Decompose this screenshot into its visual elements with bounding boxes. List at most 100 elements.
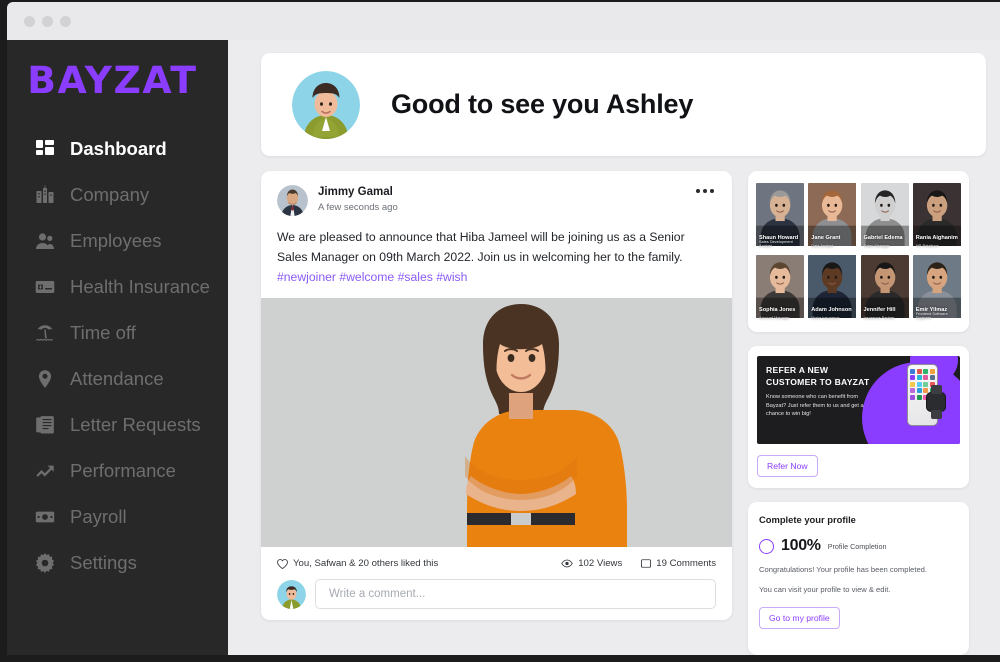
post-stats: You, Safwan & 20 others liked this 102 V… — [261, 547, 732, 569]
employee-name: Rania Aighanim — [915, 235, 958, 242]
location-pin-icon — [34, 368, 56, 390]
likes-stat[interactable]: You, Safwan & 20 others liked this — [277, 558, 438, 569]
employee-role: Insurance Partner — [863, 315, 895, 321]
refer-card: REFER A NEW CUSTOMER TO BAYZAT Know some… — [748, 346, 969, 488]
people-grid-item[interactable]: Adam Johnson Motor Insurance — [808, 255, 857, 323]
eye-icon — [561, 559, 573, 568]
window-titlebar — [7, 2, 1000, 40]
people-grid-item[interactable]: Jane Grant Data Analyst — [808, 183, 857, 251]
cash-icon — [34, 506, 56, 528]
employee-name: Jennifer Hill — [863, 307, 896, 314]
app-body: BAYZAT Dashboard Company Employees Healt… — [7, 40, 1000, 655]
avatar[interactable] — [277, 579, 306, 609]
post-author[interactable]: Jimmy Gamal — [318, 185, 398, 201]
minimize-dot[interactable] — [42, 15, 53, 27]
comments-text: 19 Comments — [656, 558, 716, 570]
go-to-my-profile-button[interactable]: Go to my profile — [759, 606, 840, 629]
sidebar-item-employees[interactable]: Employees — [7, 218, 228, 264]
post-body: We are pleased to announce that Hiba Jam… — [261, 216, 732, 298]
right-sidebar: Shaun Howard Sales Development Analyst Jan… — [748, 171, 969, 655]
employee-name: Sophia Jones — [759, 307, 796, 314]
feed-column: Jimmy Gamal A few seconds ago We are ple… — [261, 171, 732, 655]
people-grid-item[interactable]: Shaun Howard Sales Development Analyst — [756, 183, 805, 251]
main-content: Good to see you Ashley Jimmy Gamal A few… — [228, 40, 1000, 655]
bayzat-logo[interactable]: BAYZAT — [5, 62, 230, 99]
close-dot[interactable] — [24, 15, 35, 27]
post-timestamp: A few seconds ago — [318, 201, 398, 213]
sidebar-item-performance[interactable]: Performance — [7, 448, 228, 494]
employee-name: Jane Grant — [811, 235, 841, 242]
employee-role: Frontend Software Engineer — [915, 310, 948, 321]
sidebar-item-label: Time off — [70, 322, 136, 343]
sidebar-item-payroll[interactable]: Payroll — [7, 494, 228, 540]
sidebar-item-attendance[interactable]: Attendance — [7, 356, 228, 402]
refer-now-button[interactable]: Refer Now — [757, 455, 818, 477]
profile-progress-row: 100% Profile Completion — [759, 537, 958, 555]
people-grid-item[interactable]: Gabriel Edema Sales Manager — [860, 183, 909, 251]
people-grid-item[interactable]: Emir Yilmaz Frontend Software Engineer — [912, 255, 961, 323]
profile-percent-label: Profile Completion — [827, 541, 887, 551]
documents-icon — [34, 414, 56, 436]
greeting-card: Good to see you Ashley — [261, 53, 986, 156]
employee-role: HR Relations — [915, 243, 939, 249]
employee-role: Motor Insurance — [811, 315, 840, 321]
sidebar-item-dashboard[interactable]: Dashboard — [7, 126, 228, 172]
employee-role: Sales Development Analyst — [759, 238, 793, 249]
insurance-card-icon — [34, 276, 56, 298]
employee-name: Adam Johnson — [811, 307, 852, 314]
profile-percent: 100% — [781, 537, 821, 554]
hashtag[interactable]: #sales — [398, 270, 433, 284]
sidebar-item-settings[interactable]: Settings — [7, 540, 228, 586]
sidebar-item-label: Performance — [70, 460, 176, 481]
hashtag[interactable]: #newjoiner — [277, 270, 336, 284]
post-image[interactable] — [261, 298, 732, 548]
hashtag[interactable]: #welcome — [339, 270, 394, 284]
people-grid-item[interactable]: Sophia Jones Account Manager — [756, 255, 805, 323]
watch-illustration — [926, 385, 946, 419]
profile-card-heading: Complete your profile — [759, 514, 856, 525]
profile-message-line-2: You can visit your profile to view & edi… — [759, 585, 891, 595]
sidebar-item-health-insurance[interactable]: Health Insurance — [7, 264, 228, 310]
comment-row — [261, 569, 732, 610]
sidebar-item-label: Payroll — [70, 506, 127, 527]
likes-text: You, Safwan & 20 others liked this — [293, 558, 439, 570]
gear-icon — [34, 552, 56, 574]
comment-icon — [641, 559, 652, 569]
sidebar-item-letter-requests[interactable]: Letter Requests — [7, 402, 228, 448]
employee-role: Sales Manager — [863, 243, 890, 249]
employee-role: Account Manager — [759, 315, 790, 321]
post-header: Jimmy Gamal A few seconds ago — [261, 171, 732, 216]
sidebar-item-time-off[interactable]: Time off — [7, 310, 228, 356]
avatar[interactable] — [292, 70, 360, 139]
views-stat[interactable]: 102 Views — [561, 558, 622, 569]
comment-input[interactable] — [315, 579, 716, 610]
comments-stat[interactable]: 19 Comments — [641, 558, 716, 569]
page-title: Good to see you Ashley — [391, 89, 694, 119]
people-grid-item[interactable]: Rania Aighanim HR Relations — [912, 183, 961, 251]
dashboard-icon — [34, 138, 56, 160]
sidebar-item-label: Health Insurance — [70, 276, 210, 297]
people-card: Shaun Howard Sales Development Analyst Jan… — [748, 171, 969, 332]
content-row: Jimmy Gamal A few seconds ago We are ple… — [261, 171, 986, 655]
sidebar: BAYZAT Dashboard Company Employees Healt… — [7, 40, 228, 655]
trend-up-icon — [34, 460, 56, 482]
maximize-dot[interactable] — [60, 15, 71, 27]
employee-role: Data Analyst — [811, 243, 834, 249]
people-grid-item[interactable]: Jennifer Hill Insurance Partner — [860, 255, 909, 323]
post-card: Jimmy Gamal A few seconds ago We are ple… — [261, 171, 732, 621]
beach-umbrella-icon — [34, 322, 56, 344]
browser-window: BAYZAT Dashboard Company Employees Healt… — [0, 0, 1000, 662]
post-body-text: We are pleased to announce that Hiba Jam… — [277, 230, 685, 264]
people-icon — [34, 230, 56, 252]
sidebar-item-label: Dashboard — [70, 138, 167, 159]
refer-banner: REFER A NEW CUSTOMER TO BAYZAT Know some… — [757, 356, 960, 444]
profile-message-line-1: Congratulations! Your profile has been c… — [759, 565, 928, 574]
hashtag[interactable]: #wish — [436, 270, 467, 284]
more-options-icon[interactable] — [696, 185, 716, 193]
people-grid: Shaun Howard Sales Development Analyst Jan… — [756, 183, 961, 323]
sidebar-item-company[interactable]: Company — [7, 172, 228, 218]
views-text: 102 Views — [578, 558, 623, 570]
employee-name: Gabriel Edema — [863, 235, 903, 242]
building-icon — [34, 184, 56, 206]
avatar[interactable] — [277, 185, 308, 216]
